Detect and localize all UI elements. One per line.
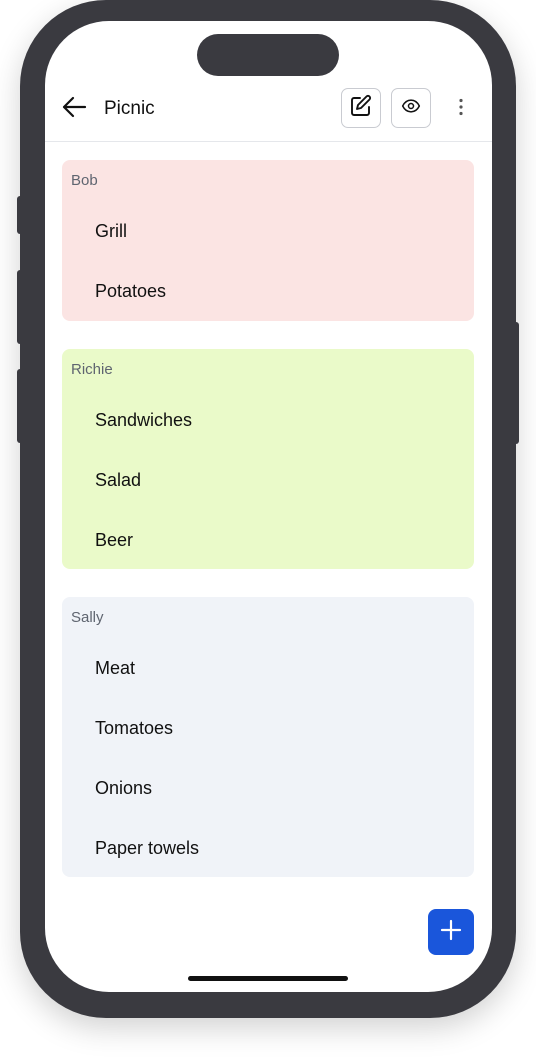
add-item-button[interactable] xyxy=(428,909,474,955)
pencil-square-icon xyxy=(349,94,373,123)
arrow-left-icon xyxy=(61,96,87,123)
list-item[interactable]: Tomatoes xyxy=(95,718,173,739)
list-item[interactable]: Paper towels xyxy=(95,838,199,859)
group-bob: Bob Grill Potatoes xyxy=(62,160,474,321)
eye-icon xyxy=(401,96,421,121)
plus-icon xyxy=(440,919,462,946)
group-richie: Richie Sandwiches Salad Beer xyxy=(62,349,474,569)
list-item[interactable]: Beer xyxy=(95,530,133,551)
group-name: Richie xyxy=(71,361,113,378)
edit-button[interactable] xyxy=(341,88,381,128)
dynamic-island xyxy=(197,34,339,76)
app-bar: Picnic xyxy=(45,86,492,142)
group-sally: Sally Meat Tomatoes Onions Paper towels xyxy=(62,597,474,877)
group-name: Bob xyxy=(71,172,98,189)
preview-button[interactable] xyxy=(391,88,431,128)
list-item[interactable]: Salad xyxy=(95,470,141,491)
page-title: Picnic xyxy=(104,98,155,119)
group-name: Sally xyxy=(71,609,104,626)
screen: Picnic Bob Grill Potatoes Richie Sandwic… xyxy=(45,21,492,992)
dots-vertical-icon xyxy=(458,98,464,121)
list-item[interactable]: Onions xyxy=(95,778,152,799)
list-item[interactable]: Potatoes xyxy=(95,281,166,302)
home-indicator xyxy=(188,976,348,981)
more-options-button[interactable] xyxy=(451,96,471,122)
phone-volume-up-button xyxy=(17,270,23,344)
list-item[interactable]: Grill xyxy=(95,221,127,242)
list-item[interactable]: Meat xyxy=(95,658,135,679)
back-button[interactable] xyxy=(59,94,89,124)
phone-action-button xyxy=(17,196,23,234)
list-item[interactable]: Sandwiches xyxy=(95,410,192,431)
phone-volume-down-button xyxy=(17,369,23,443)
phone-power-button xyxy=(513,322,519,444)
